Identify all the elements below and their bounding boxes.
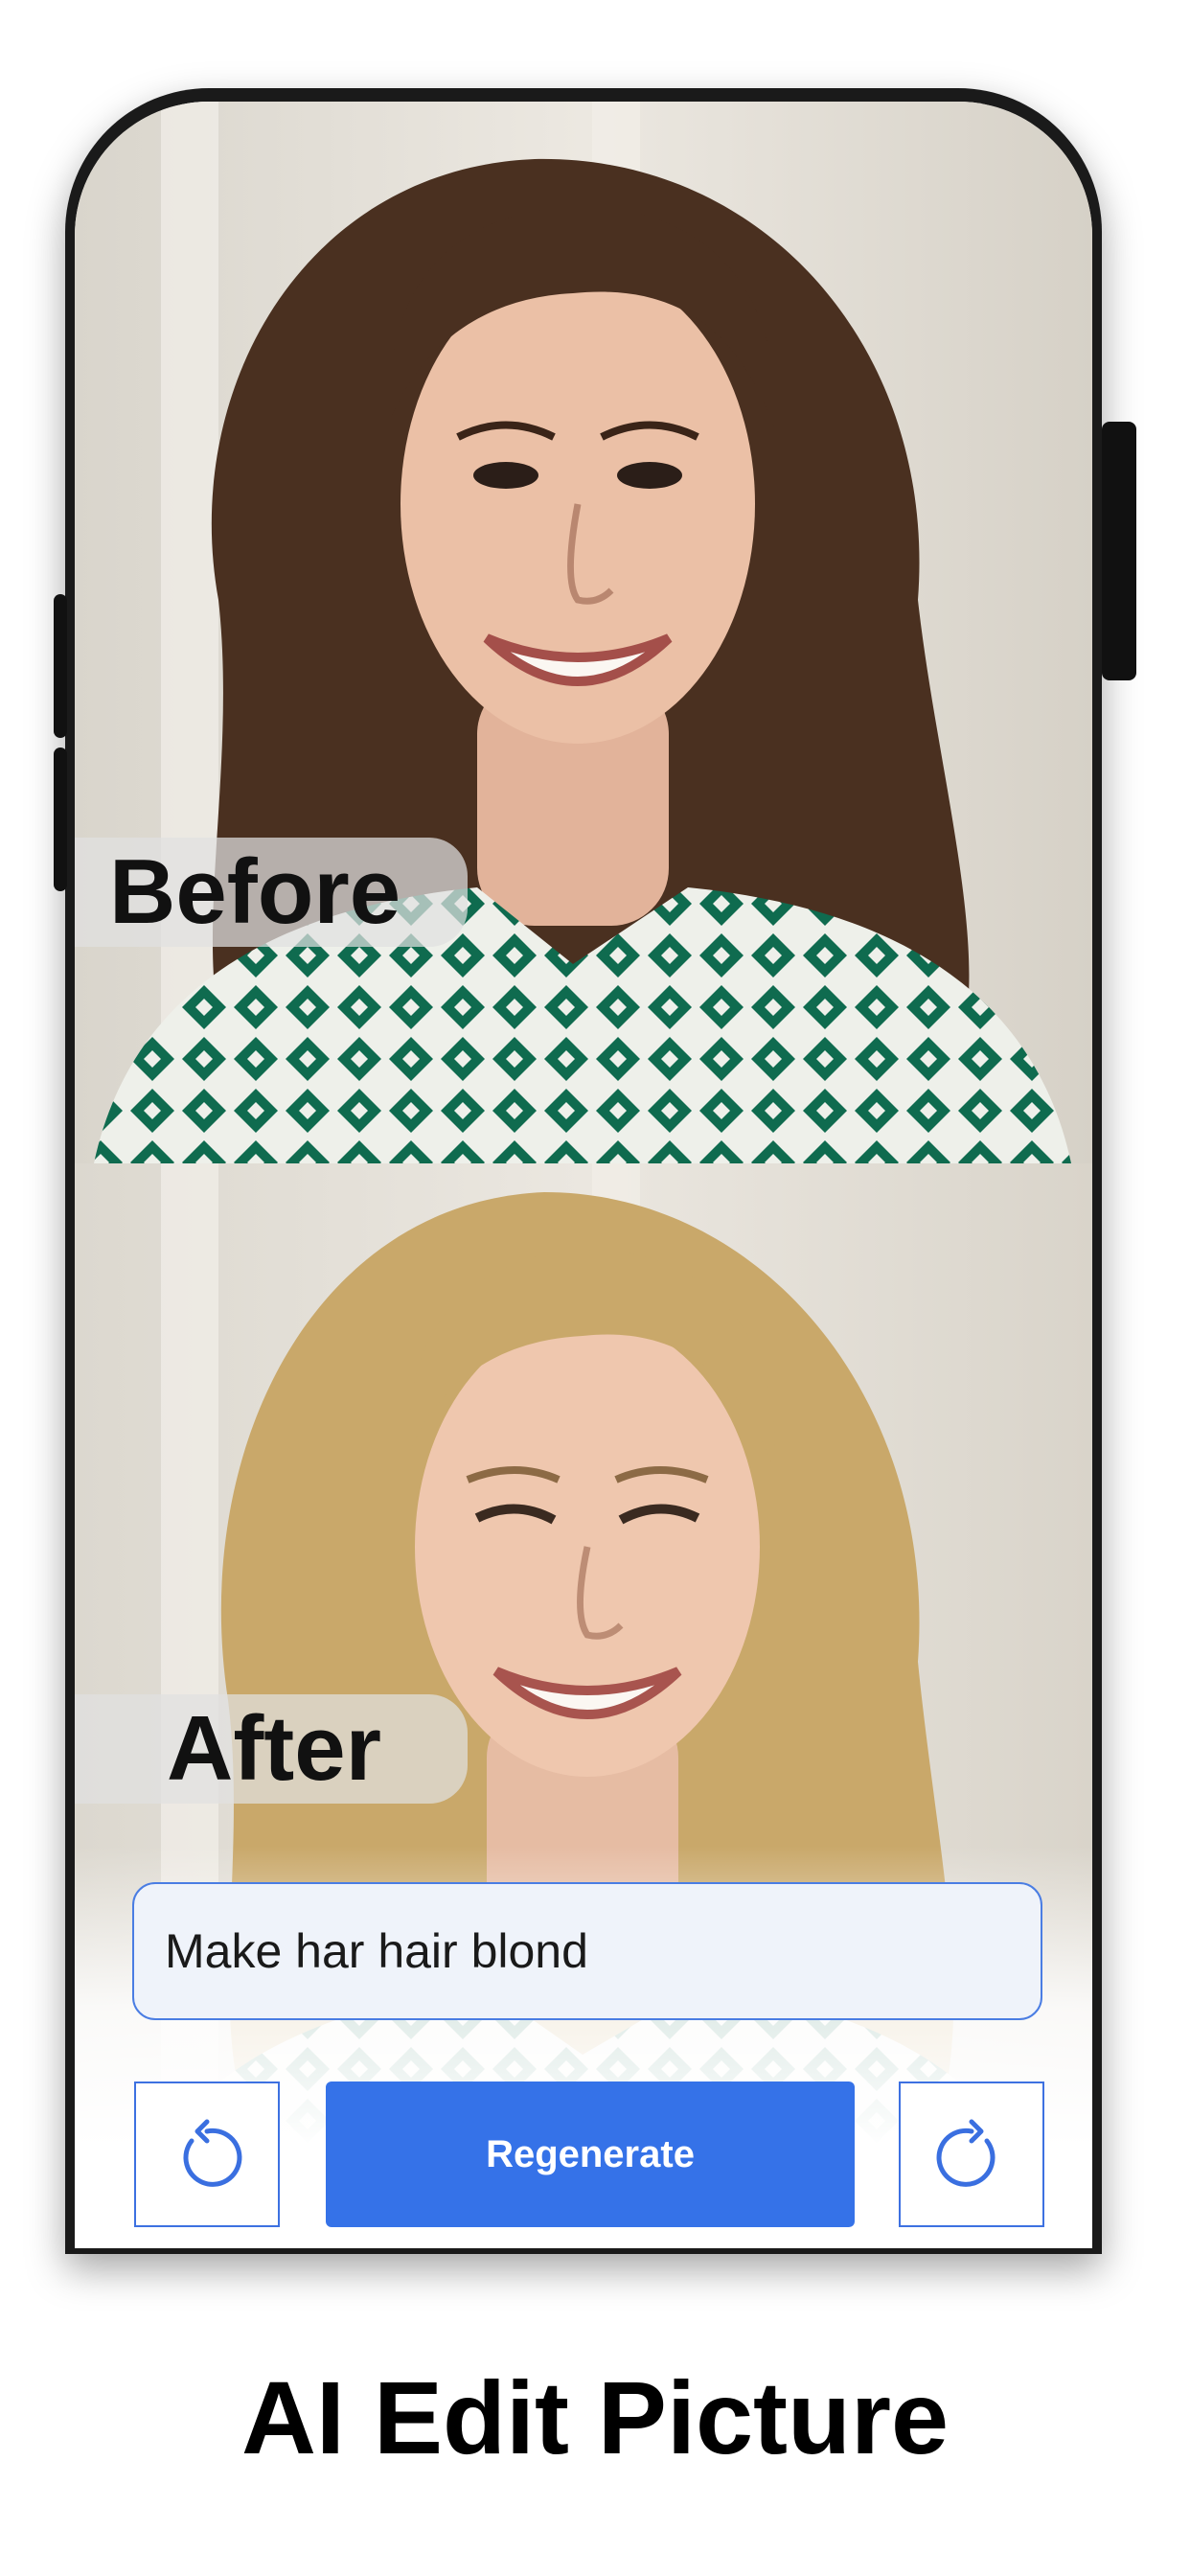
regenerate-button[interactable]: Regenerate <box>326 2082 855 2227</box>
undo-button[interactable] <box>134 2082 280 2227</box>
before-photo <box>75 102 1092 1163</box>
undo-icon <box>183 2119 242 2187</box>
phone-volume-button <box>54 594 67 738</box>
app-preview: Before After Make har hair blond Regener… <box>0 0 1190 2576</box>
feature-caption: AI Edit Picture <box>240 2359 950 2475</box>
redo-icon <box>936 2119 995 2187</box>
phone-side-button <box>1102 422 1136 680</box>
prompt-input-value: Make har hair blond <box>165 1924 588 1978</box>
phone-volume-button <box>54 748 67 891</box>
redo-button[interactable] <box>899 2082 1044 2227</box>
after-label: After <box>75 1694 468 1804</box>
before-label: Before <box>75 838 468 947</box>
regenerate-label: Regenerate <box>486 2132 695 2175</box>
prompt-input[interactable]: Make har hair blond <box>132 1882 1042 2020</box>
